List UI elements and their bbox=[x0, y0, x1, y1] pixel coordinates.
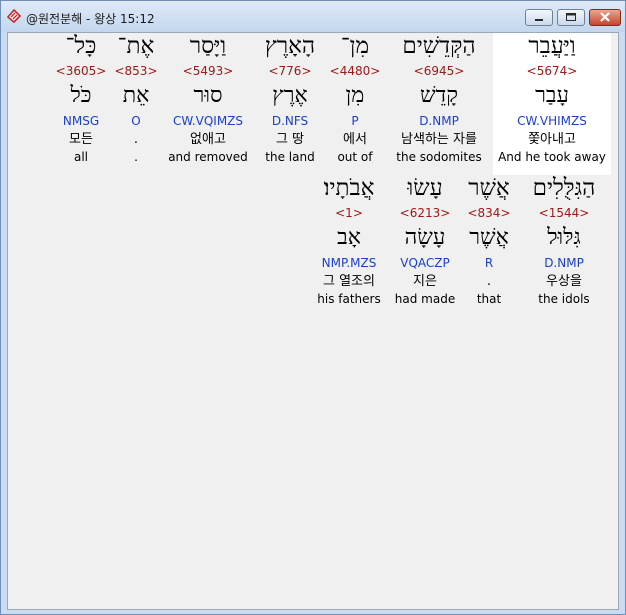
strong-number[interactable]: <3605> bbox=[53, 65, 109, 83]
english-gloss: had made bbox=[394, 292, 456, 306]
english-gloss: his fathers bbox=[317, 292, 381, 306]
hebrew-word: וַיָּסַר bbox=[189, 33, 227, 59]
morphology-code: D.NFS bbox=[271, 114, 309, 128]
morphology-code: CW.VHIMZS bbox=[517, 114, 587, 128]
morphology-code: NMP.MZS bbox=[321, 256, 377, 270]
word-column[interactable]: כָּל־ <3605> כֹּל NMSG 모든 all bbox=[53, 33, 109, 167]
english-gloss: out of bbox=[337, 150, 373, 164]
lexical-form: כֹּל bbox=[70, 83, 92, 108]
strong-number[interactable]: <4480> bbox=[327, 65, 383, 83]
morphology-code: NMSG bbox=[62, 114, 100, 128]
korean-gloss: 남색하는 자를 bbox=[401, 132, 477, 147]
lexical-form: קָדֵשׁ bbox=[420, 83, 458, 108]
minimize-button[interactable] bbox=[525, 9, 553, 26]
english-gloss: And he took away bbox=[498, 150, 606, 164]
word-column[interactable]: הָאָרֶץ <776> אֶרֶץ D.NFS 그 땅 the land bbox=[259, 33, 321, 167]
maximize-icon bbox=[566, 13, 576, 21]
bible-app-icon bbox=[6, 8, 22, 24]
lexical-form: גִּלּוּל bbox=[547, 225, 581, 250]
hebrew-word: אֶת־ bbox=[117, 33, 155, 59]
korean-gloss: 지은 bbox=[413, 274, 437, 289]
korean-gloss: 에서 bbox=[343, 132, 367, 147]
strong-number[interactable]: <5493> bbox=[166, 65, 250, 83]
hebrew-word: אֲשֶׁר bbox=[468, 175, 510, 201]
maximize-button[interactable] bbox=[557, 9, 585, 26]
korean-gloss: 우상을 bbox=[546, 274, 582, 289]
interlinear-panel: וַיַּעֲבֵר <5674> עָבַר CW.VHIMZS 쫓아내고 A… bbox=[7, 32, 619, 610]
english-gloss: the land bbox=[265, 150, 315, 164]
strong-number[interactable]: <5674> bbox=[493, 65, 611, 83]
english-gloss: the idols bbox=[538, 292, 590, 306]
morphology-code: D.NMP bbox=[419, 114, 459, 128]
lexical-form: מִן bbox=[345, 83, 365, 108]
lexical-form: עָבַר bbox=[535, 83, 569, 108]
lexical-form: אֲשֶׁר bbox=[469, 225, 509, 250]
korean-gloss: 모든 bbox=[69, 132, 93, 147]
word-column[interactable]: הַקְּדֵשִׁים <6945> קָדֵשׁ D.NMP 남색하는 자를… bbox=[389, 33, 489, 167]
window-title: @원전분해 - 왕상 15:12 bbox=[26, 12, 155, 26]
word-column[interactable]: עָשׂוּ <6213> עָשָׂה VQACZP 지은 had made bbox=[390, 175, 460, 309]
strong-number[interactable]: <6213> bbox=[390, 207, 460, 225]
word-column[interactable]: מִן־ <4480> מִן P 에서 out of bbox=[327, 33, 383, 167]
strong-number[interactable]: <1544> bbox=[519, 207, 609, 225]
word-column[interactable]: אֲשֶׁר <834> אֲשֶׁר R . that bbox=[458, 175, 520, 309]
hebrew-word: עָשׂוּ bbox=[407, 175, 443, 201]
english-gloss: the sodomites bbox=[396, 150, 482, 164]
lexical-form: אָב bbox=[337, 225, 361, 250]
morphology-code: O bbox=[131, 114, 141, 128]
word-column[interactable]: אֶת־ <853> אֵת O . . bbox=[113, 33, 159, 167]
strong-number[interactable]: <6945> bbox=[389, 65, 489, 83]
english-gloss: and removed bbox=[168, 150, 248, 164]
strong-number[interactable]: <853> bbox=[113, 65, 159, 83]
lexical-form: עָשָׂה bbox=[404, 225, 446, 250]
english-gloss: that bbox=[476, 292, 502, 306]
korean-gloss: 그 열조의 bbox=[323, 274, 375, 289]
hebrew-word: הַקְּדֵשִׁים bbox=[402, 33, 476, 59]
morphology-code: VQACZP bbox=[400, 256, 450, 270]
word-column[interactable]: וַיַּעֲבֵר <5674> עָבַר CW.VHIMZS 쫓아내고 A… bbox=[493, 33, 611, 175]
morphology-code: CW.VQIMZS bbox=[172, 114, 244, 128]
lexical-form: אֵת bbox=[122, 83, 150, 108]
morphology-code: R bbox=[484, 256, 494, 270]
close-icon bbox=[600, 12, 610, 22]
lexical-form: סוּר bbox=[193, 83, 223, 108]
english-gloss: all bbox=[73, 150, 89, 164]
english-gloss: . bbox=[134, 150, 138, 164]
strong-number[interactable]: <1> bbox=[312, 207, 386, 225]
korean-gloss: 없애고 bbox=[190, 132, 226, 147]
korean-gloss: . bbox=[486, 274, 492, 289]
morphology-code: D.NMP bbox=[544, 256, 584, 270]
korean-gloss: 그 땅 bbox=[275, 132, 305, 147]
strong-number[interactable]: <776> bbox=[259, 65, 321, 83]
title-bar[interactable]: @원전분해 - 왕상 15:12 bbox=[1, 1, 625, 32]
close-button[interactable] bbox=[589, 9, 621, 26]
minimize-icon bbox=[535, 19, 543, 21]
strong-number[interactable]: <834> bbox=[458, 207, 520, 225]
hebrew-word: וַיַּעֲבֵר bbox=[528, 33, 576, 59]
morphology-code: P bbox=[351, 114, 359, 128]
hebrew-word: הַגִּלֻּלִים bbox=[532, 175, 596, 201]
word-column[interactable]: הַגִּלֻּלִים <1544> גִּלּוּל D.NMP 우상을 t… bbox=[519, 175, 609, 309]
lexical-form: אֶרֶץ bbox=[272, 83, 308, 108]
hebrew-word: אֲבֹתָיו׃ bbox=[323, 175, 375, 201]
app-window: @원전분해 - 왕상 15:12 וַיַּעֲבֵר <5674> עָבַר… bbox=[0, 0, 626, 615]
word-column[interactable]: אֲבֹתָיו׃ <1> אָב NMP.MZS 그 열조의 his fath… bbox=[312, 175, 386, 309]
korean-gloss: . bbox=[133, 132, 139, 147]
hebrew-word: מִן־ bbox=[340, 33, 370, 59]
hebrew-word: כָּל־ bbox=[65, 33, 97, 59]
hebrew-word: הָאָרֶץ bbox=[264, 33, 316, 59]
word-column[interactable]: וַיָּסַר <5493> סוּר CW.VQIMZS 없애고 and r… bbox=[166, 33, 250, 167]
korean-gloss: 쫓아내고 bbox=[528, 132, 576, 147]
